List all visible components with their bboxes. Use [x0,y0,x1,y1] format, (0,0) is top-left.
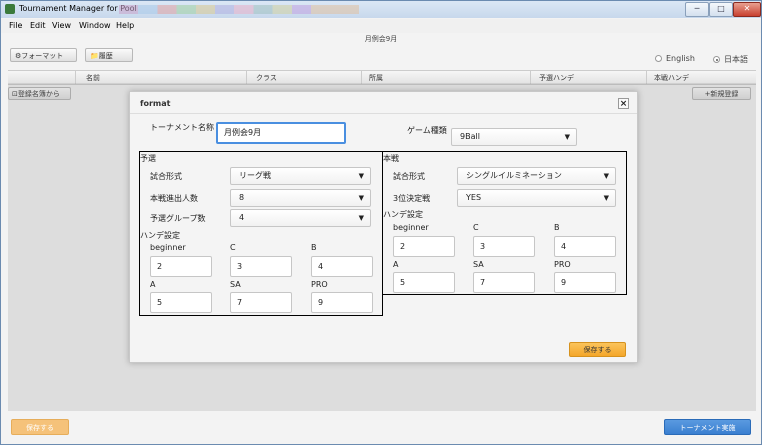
save-bottom-button[interactable]: 保存する [11,419,69,435]
prelim-handicap-input[interactable]: 2 [150,256,212,277]
main-handicap-input[interactable]: 9 [554,272,616,293]
dropdown-arrow-icon: ▼ [603,172,609,180]
start-tournament-button[interactable]: トーナメント実施 [664,419,751,435]
prelim-handicap-input[interactable]: 9 [311,292,373,313]
app-icon [5,4,15,14]
prelim-handicap-label: SA [230,280,241,289]
prelim-handicap-label: PRO [311,280,328,289]
app-window: Tournament Manager for Pool ─ □ ✕ File E… [0,0,762,445]
menu-help[interactable]: Help [116,21,134,30]
page-title: 月例会9月 [364,35,398,43]
prelim-advance-count-label: 本戦進出人数 [150,194,198,203]
game-type-label: ゲーム種類 [407,126,447,135]
close-window-button[interactable]: ✕ [733,2,761,17]
main-handicap-label: SA [473,260,484,269]
dialog-close-button[interactable]: × [618,98,629,109]
prelim-match-format-label: 試合形式 [150,172,182,181]
column-header-prelim-handicap[interactable]: 予選ハンデ [539,73,574,83]
prelim-handicap-input[interactable]: 5 [150,292,212,313]
prelim-advance-count-value: 8 [239,193,245,202]
prelim-handicap-input[interactable]: 4 [311,256,373,277]
main-third-place-label: 3位決定戦 [393,194,431,203]
blurred-title-region [119,5,359,14]
lang-english-label: English [666,54,695,63]
minimize-button[interactable]: ─ [685,2,709,17]
prelim-group-count-select[interactable]: 4 ▼ [230,209,371,227]
title-bar: Tournament Manager for Pool ─ □ ✕ [1,1,761,18]
main-handicap-label: B [554,223,560,232]
history-button[interactable]: 📁履歴 [85,48,133,62]
prelim-group-count-label: 予選グループ数 [150,214,206,223]
prelim-advance-count-select[interactable]: 8 ▼ [230,189,371,207]
lang-japanese-label: 日本語 [724,55,748,64]
main-handicap-input[interactable]: 7 [473,272,535,293]
column-header-main-handicap[interactable]: 本戦ハンデ [654,73,689,83]
prelim-handicap-label: B [311,243,317,252]
game-type-select[interactable]: 9Ball ▼ [451,128,577,146]
format-button[interactable]: ⚙フォーマット [10,48,77,62]
tournament-name-input[interactable]: 月例会9月 [216,122,346,144]
menu-edit[interactable]: Edit [30,21,46,30]
dialog-save-button[interactable]: 保存する [569,342,626,357]
dropdown-arrow-icon: ▼ [358,194,364,202]
prelim-handicap-input[interactable]: 7 [230,292,292,313]
dropdown-arrow-icon: ▼ [603,194,609,202]
dropdown-arrow-icon: ▼ [564,133,570,141]
prelim-match-format-value: リーグ戦 [239,171,271,180]
main-title: 本戦 [383,154,399,163]
prelim-handicap-title: ハンデ設定 [140,231,180,240]
radio-off-icon [655,55,662,62]
main-handicap-label: C [473,223,479,232]
main-handicap-input[interactable]: 5 [393,272,455,293]
main-handicap-title: ハンデ設定 [383,210,423,219]
lang-japanese-radio[interactable]: 日本語 [713,54,748,65]
main-handicap-input[interactable]: 2 [393,236,455,257]
main-handicap-input[interactable]: 3 [473,236,535,257]
main-match-format-select[interactable]: シングルイルミネーション ▼ [457,167,616,185]
maximize-button[interactable]: □ [709,2,733,17]
main-match-format-label: 試合形式 [393,172,425,181]
menu-bar: File Edit View Window Help [1,19,761,33]
menu-file[interactable]: File [9,21,22,30]
prelim-group-count-value: 4 [239,213,245,222]
main-handicap-label: beginner [393,223,429,232]
main-match-format-value: シングルイルミネーション [466,171,562,180]
menu-view[interactable]: View [52,21,71,30]
main-handicap-label: PRO [554,260,571,269]
prelim-match-format-select[interactable]: リーグ戦 ▼ [230,167,371,185]
column-header-affiliation[interactable]: 所属 [369,73,383,83]
main-third-place-select[interactable]: YES ▼ [457,189,616,207]
prelim-handicap-label: C [230,243,236,252]
main-handicap-label: A [393,260,399,269]
prelim-handicap-label: beginner [150,243,186,252]
dialog-header: format × [130,92,637,114]
format-dialog: format × トーナメント名称 月例会9月 ゲーム種類 9Ball ▼ 予選 … [129,91,638,363]
lang-english-radio[interactable]: English [655,54,695,63]
radio-on-icon [713,56,720,63]
column-header-name[interactable]: 名前 [86,73,100,83]
dialog-title: format [140,99,171,108]
prelim-handicap-label: A [150,280,156,289]
dropdown-arrow-icon: ▼ [358,172,364,180]
main-third-place-value: YES [466,193,482,202]
main-handicap-input[interactable]: 4 [554,236,616,257]
menu-window[interactable]: Window [79,21,111,30]
prelim-handicap-input[interactable]: 3 [230,256,292,277]
dropdown-arrow-icon: ▼ [358,214,364,222]
column-header-class[interactable]: クラス [256,73,277,83]
tournament-name-label: トーナメント名称 [150,123,214,132]
prelim-title: 予選 [140,154,156,163]
game-type-value: 9Ball [460,132,480,141]
